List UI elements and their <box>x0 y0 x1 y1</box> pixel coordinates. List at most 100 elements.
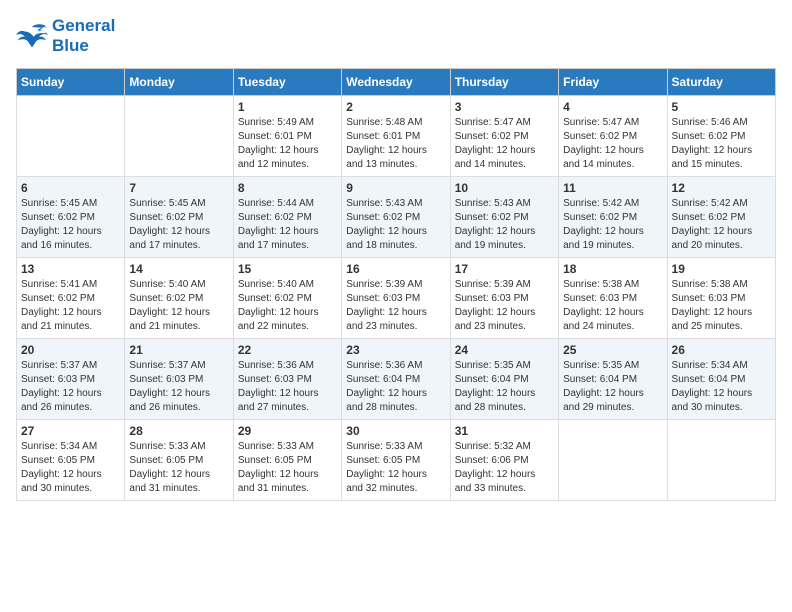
day-info: Sunrise: 5:47 AMSunset: 6:02 PMDaylight:… <box>563 116 662 172</box>
day-info: Sunrise: 5:42 AMSunset: 6:02 PMDaylight:… <box>672 197 771 253</box>
day-number: 23 <box>346 343 445 357</box>
calendar-cell: 29 Sunrise: 5:33 AMSunset: 6:05 PMDayligh… <box>233 420 341 501</box>
calendar-week-row: 27 Sunrise: 5:34 AMSunset: 6:05 PMDayligh… <box>17 420 776 501</box>
day-number: 24 <box>455 343 554 357</box>
day-info: Sunrise: 5:44 AMSunset: 6:02 PMDaylight:… <box>238 197 337 253</box>
calendar-week-row: 20 Sunrise: 5:37 AMSunset: 6:03 PMDayligh… <box>17 339 776 420</box>
calendar-cell <box>559 420 667 501</box>
day-info: Sunrise: 5:39 AMSunset: 6:03 PMDaylight:… <box>455 278 554 334</box>
calendar-cell: 22 Sunrise: 5:36 AMSunset: 6:03 PMDayligh… <box>233 339 341 420</box>
calendar-cell: 2Sunrise: 5:48 AMSunset: 6:01 PMDaylight… <box>342 96 450 177</box>
calendar-week-row: 13 Sunrise: 5:41 AMSunset: 6:02 PMDayligh… <box>17 258 776 339</box>
day-info: Sunrise: 5:38 AMSunset: 6:03 PMDaylight:… <box>563 278 662 334</box>
day-number: 3 <box>455 100 554 114</box>
day-info: Sunrise: 5:45 AMSunset: 6:02 PMDaylight:… <box>129 197 228 253</box>
calendar-cell: 8 Sunrise: 5:44 AMSunset: 6:02 PMDaylight… <box>233 177 341 258</box>
day-number: 19 <box>672 262 771 276</box>
day-number: 30 <box>346 424 445 438</box>
day-number: 1 <box>238 100 337 114</box>
calendar-cell: 14 Sunrise: 5:40 AMSunset: 6:02 PMDayligh… <box>125 258 233 339</box>
day-info: Sunrise: 5:47 AMSunset: 6:02 PMDaylight:… <box>455 116 554 172</box>
calendar-cell <box>17 96 125 177</box>
day-info: Sunrise: 5:39 AMSunset: 6:03 PMDaylight:… <box>346 278 445 334</box>
calendar-cell: 6 Sunrise: 5:45 AMSunset: 6:02 PMDaylight… <box>17 177 125 258</box>
day-info: Sunrise: 5:42 AMSunset: 6:02 PMDaylight:… <box>563 197 662 253</box>
calendar-cell: 12 Sunrise: 5:42 AMSunset: 6:02 PMDayligh… <box>667 177 775 258</box>
calendar-cell: 11Sunrise: 5:42 AMSunset: 6:02 PMDayligh… <box>559 177 667 258</box>
calendar-cell: 18 Sunrise: 5:38 AMSunset: 6:03 PMDayligh… <box>559 258 667 339</box>
day-info: Sunrise: 5:35 AMSunset: 6:04 PMDaylight:… <box>563 359 662 415</box>
day-info: Sunrise: 5:36 AMSunset: 6:03 PMDaylight:… <box>238 359 337 415</box>
day-number: 8 <box>238 181 337 195</box>
day-info: Sunrise: 5:49 AMSunset: 6:01 PMDaylight:… <box>238 116 337 172</box>
day-info: Sunrise: 5:41 AMSunset: 6:02 PMDaylight:… <box>21 278 120 334</box>
day-info: Sunrise: 5:35 AMSunset: 6:04 PMDaylight:… <box>455 359 554 415</box>
day-info: Sunrise: 5:32 AMSunset: 6:06 PMDaylight:… <box>455 440 554 496</box>
calendar-cell: 10 Sunrise: 5:43 AMSunset: 6:02 PMDayligh… <box>450 177 558 258</box>
calendar-cell: 27 Sunrise: 5:34 AMSunset: 6:05 PMDayligh… <box>17 420 125 501</box>
day-info: Sunrise: 5:37 AMSunset: 6:03 PMDaylight:… <box>21 359 120 415</box>
weekday-header-tuesday: Tuesday <box>233 69 341 96</box>
day-info: Sunrise: 5:46 AMSunset: 6:02 PMDaylight:… <box>672 116 771 172</box>
day-number: 10 <box>455 181 554 195</box>
weekday-header-monday: Monday <box>125 69 233 96</box>
day-number: 16 <box>346 262 445 276</box>
day-number: 22 <box>238 343 337 357</box>
day-number: 29 <box>238 424 337 438</box>
logo-text: General Blue <box>52 16 115 56</box>
calendar-cell <box>125 96 233 177</box>
calendar-cell: 17 Sunrise: 5:39 AMSunset: 6:03 PMDayligh… <box>450 258 558 339</box>
calendar-week-row: 1 Sunrise: 5:49 AMSunset: 6:01 PMDaylight… <box>17 96 776 177</box>
day-number: 14 <box>129 262 228 276</box>
calendar-cell: 25 Sunrise: 5:35 AMSunset: 6:04 PMDayligh… <box>559 339 667 420</box>
logo: General Blue <box>16 16 115 56</box>
calendar-cell: 21 Sunrise: 5:37 AMSunset: 6:03 PMDayligh… <box>125 339 233 420</box>
weekday-header-saturday: Saturday <box>667 69 775 96</box>
day-info: Sunrise: 5:48 AMSunset: 6:01 PMDaylight:… <box>346 116 445 172</box>
calendar-cell: 7 Sunrise: 5:45 AMSunset: 6:02 PMDaylight… <box>125 177 233 258</box>
calendar-cell: 9Sunrise: 5:43 AMSunset: 6:02 PMDaylight… <box>342 177 450 258</box>
header: General Blue <box>16 16 776 56</box>
day-info: Sunrise: 5:34 AMSunset: 6:05 PMDaylight:… <box>21 440 120 496</box>
day-number: 12 <box>672 181 771 195</box>
day-info: Sunrise: 5:38 AMSunset: 6:03 PMDaylight:… <box>672 278 771 334</box>
calendar-week-row: 6 Sunrise: 5:45 AMSunset: 6:02 PMDaylight… <box>17 177 776 258</box>
day-number: 4 <box>563 100 662 114</box>
day-number: 26 <box>672 343 771 357</box>
weekday-header-thursday: Thursday <box>450 69 558 96</box>
day-number: 18 <box>563 262 662 276</box>
day-info: Sunrise: 5:40 AMSunset: 6:02 PMDaylight:… <box>129 278 228 334</box>
day-number: 5 <box>672 100 771 114</box>
day-number: 27 <box>21 424 120 438</box>
calendar-cell: 1 Sunrise: 5:49 AMSunset: 6:01 PMDaylight… <box>233 96 341 177</box>
calendar-cell <box>667 420 775 501</box>
day-number: 20 <box>21 343 120 357</box>
day-number: 25 <box>563 343 662 357</box>
day-number: 15 <box>238 262 337 276</box>
calendar-header-row: SundayMondayTuesdayWednesdayThursdayFrid… <box>17 69 776 96</box>
calendar-cell: 13 Sunrise: 5:41 AMSunset: 6:02 PMDayligh… <box>17 258 125 339</box>
day-number: 31 <box>455 424 554 438</box>
day-number: 7 <box>129 181 228 195</box>
calendar-cell: 31 Sunrise: 5:32 AMSunset: 6:06 PMDayligh… <box>450 420 558 501</box>
day-number: 6 <box>21 181 120 195</box>
day-number: 28 <box>129 424 228 438</box>
day-number: 21 <box>129 343 228 357</box>
calendar-cell: 4 Sunrise: 5:47 AMSunset: 6:02 PMDaylight… <box>559 96 667 177</box>
day-info: Sunrise: 5:37 AMSunset: 6:03 PMDaylight:… <box>129 359 228 415</box>
day-info: Sunrise: 5:45 AMSunset: 6:02 PMDaylight:… <box>21 197 120 253</box>
day-info: Sunrise: 5:43 AMSunset: 6:02 PMDaylight:… <box>455 197 554 253</box>
calendar-cell: 28 Sunrise: 5:33 AMSunset: 6:05 PMDayligh… <box>125 420 233 501</box>
weekday-header-sunday: Sunday <box>17 69 125 96</box>
weekday-header-wednesday: Wednesday <box>342 69 450 96</box>
calendar-cell: 30Sunrise: 5:33 AMSunset: 6:05 PMDayligh… <box>342 420 450 501</box>
calendar-cell: 19 Sunrise: 5:38 AMSunset: 6:03 PMDayligh… <box>667 258 775 339</box>
day-number: 13 <box>21 262 120 276</box>
day-info: Sunrise: 5:33 AMSunset: 6:05 PMDaylight:… <box>129 440 228 496</box>
day-number: 17 <box>455 262 554 276</box>
calendar-cell: 23 Sunrise: 5:36 AMSunset: 6:04 PMDayligh… <box>342 339 450 420</box>
weekday-header-friday: Friday <box>559 69 667 96</box>
day-info: Sunrise: 5:33 AMSunset: 6:05 PMDaylight:… <box>238 440 337 496</box>
day-info: Sunrise: 5:43 AMSunset: 6:02 PMDaylight:… <box>346 197 445 253</box>
day-info: Sunrise: 5:36 AMSunset: 6:04 PMDaylight:… <box>346 359 445 415</box>
